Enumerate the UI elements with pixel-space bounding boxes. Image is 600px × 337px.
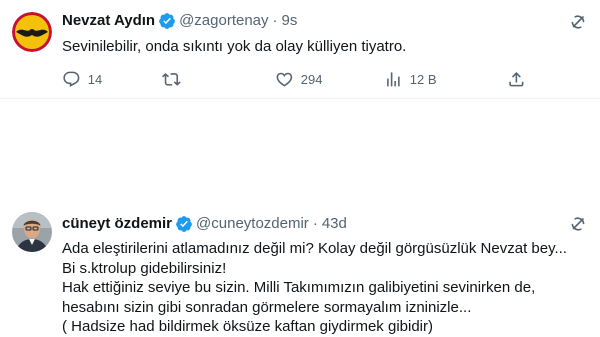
views-button[interactable]: 12 B [384, 70, 437, 89]
timestamp[interactable]: 43d [322, 214, 347, 234]
timestamp[interactable]: 9s [282, 11, 298, 31]
share-icon [509, 72, 524, 87]
tweet-text: Sevinilebilir, onda sıkıntı yok da olay … [62, 37, 592, 57]
verified-badge-icon [176, 216, 192, 232]
user-handle[interactable]: @zagortenay [179, 11, 268, 31]
tweet-text-line: hesabını sizin gibi sonradan görmelere s… [62, 298, 472, 316]
tweet-text-line: Sevinilebilir, onda sıkıntı yok da olay … [62, 38, 407, 55]
like-icon [276, 72, 293, 87]
retweet-button[interactable] [162, 70, 188, 89]
retweet-icon [162, 73, 181, 86]
tweet-text-line: ( Hadsize had bildirmek öksüze kaftan gi… [62, 318, 433, 336]
tweet-text-line: Ada eleştirilerini atlamadınız değil mi?… [62, 240, 567, 257]
avatar-nevzat-aydin[interactable] [12, 12, 52, 52]
avatar-cuneyt-ozdemir[interactable] [12, 212, 52, 252]
separator-dot: · [272, 12, 278, 29]
reply-icon [63, 71, 80, 87]
tweet-header: Nevzat Aydın @zagortenay · 9s [62, 11, 297, 31]
like-button[interactable]: 294 [275, 70, 322, 89]
tweet-header: cüneyt özdemir @cuneytozdemir · 43d [62, 214, 347, 234]
tweet-cuneytozdemir[interactable]: cüneyt özdemir @cuneytozdemir · 43d Ada … [0, 99, 600, 335]
tweet-actions: 14 294 12 B [62, 70, 582, 94]
grok-icon[interactable] [568, 214, 588, 234]
tweet-text-line: Hak ettiğiniz seviye bu sizin. Milli Tak… [62, 279, 536, 297]
tweet-text-line: Bi s.ktrolup gidebilirsiniz! [62, 259, 227, 277]
tweet-text: Ada eleştirilerini atlamadınız değil mi?… [62, 239, 592, 337]
reply-button[interactable]: 14 [62, 70, 102, 89]
display-name[interactable]: Nevzat Aydın [62, 11, 155, 31]
tweet-zagortenay[interactable]: Nevzat Aydın @zagortenay · 9s Sevinilebi… [0, 0, 600, 99]
like-count: 294 [300, 71, 323, 87]
views-count: 12 B [409, 71, 437, 87]
display-name[interactable]: cüneyt özdemir [62, 214, 172, 234]
share-button[interactable] [507, 70, 526, 89]
verified-badge-icon [159, 13, 175, 29]
separator-dot: · [312, 215, 318, 232]
user-handle[interactable]: @cuneytozdemir [196, 214, 309, 234]
views-icon [387, 72, 400, 87]
reply-count: 14 [87, 71, 103, 87]
grok-icon[interactable] [568, 12, 588, 32]
